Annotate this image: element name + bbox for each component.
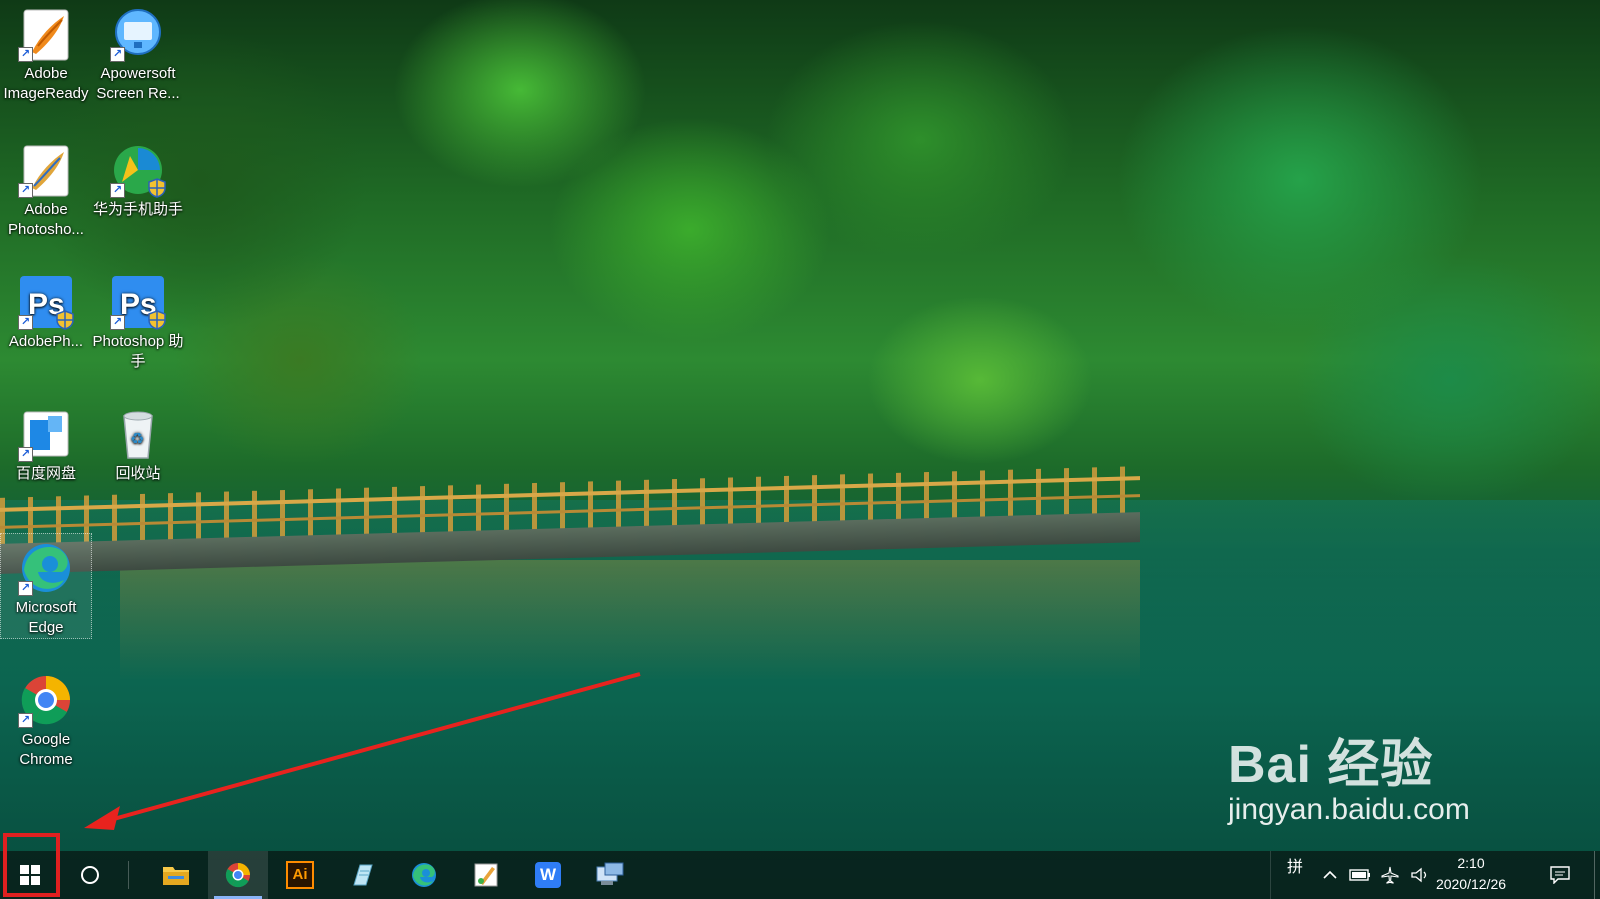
- desktop[interactable]: ↗ Adobe ImageReady ↗ Apowersoft Screen R…: [0, 0, 1600, 899]
- icon-label: Microsoft Edge: [15, 599, 77, 636]
- paint-icon: [474, 863, 498, 887]
- battery-icon[interactable]: [1348, 865, 1372, 885]
- tray-divider: [1270, 851, 1271, 899]
- svg-text:♻: ♻: [130, 431, 144, 448]
- desktop-icon-apowersoft[interactable]: ↗ Apowersoft Screen Re...: [92, 0, 184, 104]
- wallpaper-boardwalk-deck: [0, 512, 1140, 574]
- wallpaper-boardwalk-rail-mid: [0, 494, 1140, 529]
- feather-orange-icon: ↗: [18, 6, 74, 62]
- taskbar-app-notepad[interactable]: [332, 851, 392, 899]
- chrome-icon: ↗: [18, 672, 74, 728]
- ime-indicator[interactable]: 拼: [1284, 855, 1306, 876]
- desktop-icon-photoshop-helper[interactable]: Ps ↗ Photoshop 助手: [92, 268, 184, 372]
- wallpaper-forest-center: [360, 0, 1120, 500]
- baidu-watermark: Bai 经验 jingyan.baidu.com: [1228, 722, 1470, 827]
- ps-icon: Ps ↗: [110, 274, 166, 330]
- illustrator-icon-text: Ai: [292, 866, 308, 883]
- icon-label: Adobe ImageReady: [3, 65, 89, 102]
- icon-label: 回收站: [115, 465, 161, 482]
- clock-time: 2:10: [1457, 855, 1485, 871]
- icon-label: Photoshop 助手: [92, 333, 184, 370]
- taskbar: Ai W 拼 2:10 2020/12/26: [0, 851, 1600, 899]
- watermark-brand: Bai 经验: [1228, 736, 1434, 794]
- baidu-netdisk-icon: ↗: [18, 406, 74, 462]
- feather-blue-icon: ↗: [18, 142, 74, 198]
- chrome-icon: [225, 863, 250, 888]
- show-desktop-button[interactable]: [1594, 851, 1600, 899]
- taskbar-app-paint[interactable]: [456, 851, 516, 899]
- taskbar-clock[interactable]: 2:10 2020/12/26: [1416, 853, 1526, 895]
- taskbar-app-remote-desktop[interactable]: [580, 851, 640, 899]
- cortana-circle-icon: [81, 866, 99, 884]
- show-hidden-icons-chevron-up-icon[interactable]: [1320, 865, 1340, 885]
- taskbar-app-wps[interactable]: W: [518, 851, 578, 899]
- windows-logo-icon: [20, 865, 40, 885]
- illustrator-icon: Ai: [286, 861, 314, 889]
- desktop-icon-microsoft-edge[interactable]: ↗ Microsoft Edge: [0, 533, 92, 639]
- taskbar-app-illustrator[interactable]: Ai: [270, 851, 330, 899]
- action-center-notification-icon[interactable]: [1546, 865, 1574, 885]
- edge-icon: [412, 863, 436, 887]
- screen-recorder-icon: ↗: [110, 6, 166, 62]
- airplane-mode-icon[interactable]: [1378, 865, 1402, 885]
- icon-label: AdobePh...: [8, 333, 84, 350]
- notepad-icon: [353, 864, 373, 886]
- taskbar-app-edge[interactable]: [394, 851, 454, 899]
- start-button[interactable]: [0, 851, 60, 899]
- icon-label: 华为手机助手: [92, 201, 183, 218]
- taskbar-app-chrome[interactable]: [208, 851, 268, 899]
- remote-desktop-icon: [596, 862, 624, 885]
- huawei-icon: ↗: [110, 142, 166, 198]
- desktop-icon-adobe-imageready[interactable]: ↗ Adobe ImageReady: [0, 0, 92, 104]
- recycle-bin-icon: ♻: [110, 406, 166, 462]
- desktop-icon-adobeph[interactable]: Ps ↗ AdobePh...: [0, 268, 92, 352]
- wallpaper-reflection: [120, 560, 1140, 680]
- desktop-icon-baidu-netdisk[interactable]: ↗ 百度网盘: [0, 400, 92, 484]
- icon-label: Adobe Photosho...: [8, 201, 84, 238]
- taskbar-app-file-explorer[interactable]: [146, 851, 206, 899]
- desktop-icon-adobe-photoshop[interactable]: ↗ Adobe Photosho...: [0, 136, 92, 240]
- icon-label: Google Chrome: [19, 731, 73, 768]
- clock-date: 2020/12/26: [1435, 876, 1507, 892]
- desktop-icon-google-chrome[interactable]: ↗ Google Chrome: [0, 666, 92, 770]
- folder-icon: [163, 867, 189, 885]
- desktop-icon-huawei-assistant[interactable]: ↗ 华为手机助手: [92, 136, 184, 220]
- watermark-site: jingyan.baidu.com: [1228, 793, 1470, 826]
- wps-icon-text: W: [539, 865, 557, 884]
- desktop-icon-recycle-bin[interactable]: ♻ 回收站: [92, 400, 184, 484]
- taskbar-divider: [128, 861, 129, 889]
- cortana-search-button[interactable]: [60, 851, 120, 899]
- edge-icon: ↗: [18, 540, 74, 596]
- wallpaper-forest-right: [1000, 0, 1600, 500]
- wps-icon: W: [535, 862, 561, 888]
- icon-label: Apowersoft Screen Re...: [96, 65, 180, 102]
- ps-icon: Ps ↗: [18, 274, 74, 330]
- icon-label: 百度网盘: [15, 465, 76, 482]
